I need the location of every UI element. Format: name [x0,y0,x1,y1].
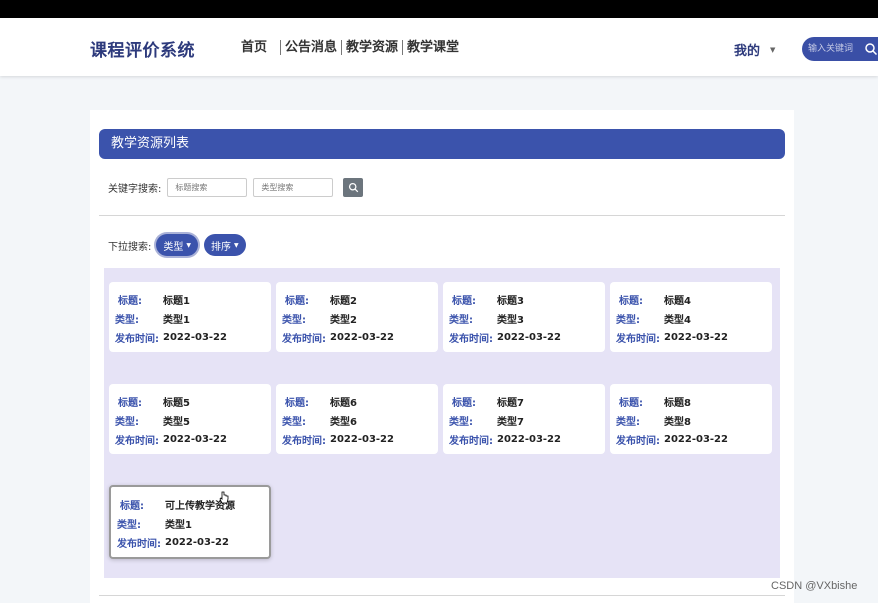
card-date: 2022-03-22 [330,434,394,445]
caret-down-icon: ▼ [186,241,191,249]
card-type: 类型1 [165,520,192,531]
resource-card[interactable]: 标题: 标题6 类型: 类型6 发布时间: 2022-03-22 [276,384,438,454]
watermark: CSDN @VXbishe [771,580,858,592]
resource-grid: 标题: 标题1 类型: 类型1 发布时间: 2022-03-22 标题: 标题2 类型:… [104,268,780,578]
keyword-search-row: 关键字搜索: [108,178,364,197]
card-type: 类型7 [497,417,524,428]
card-title-label: 标题: [285,296,309,307]
card-title: 标题7 [497,398,524,409]
divider [99,215,785,216]
card-title-label: 标题: [619,398,643,409]
search-icon[interactable] [864,42,878,56]
card-title-label: 标题: [452,398,476,409]
header-search-input[interactable] [808,41,864,57]
nav-item-announcements[interactable]: 公告消息 [280,40,341,55]
card-title-label: 标题: [285,398,309,409]
resource-panel: 教学资源列表 关键字搜索: 下拉搜索: 类型 ▼ 排序 ▼ 标题: 标题1 类型:… [90,110,794,603]
nav-item-resources[interactable]: 教学资源 [341,40,402,55]
dropdown-search-row: 下拉搜索: 类型 ▼ 排序 ▼ [108,234,252,256]
resource-card[interactable]: 标题: 可上传教学资源 类型: 类型1 发布时间: 2022-03-22 [109,485,271,559]
card-type: 类型8 [664,417,691,428]
card-date: 2022-03-22 [163,332,227,343]
card-date-label: 发布时间: [115,436,159,447]
resource-card[interactable]: 标题: 标题7 类型: 类型7 发布时间: 2022-03-22 [443,384,605,454]
hand-cursor-icon [219,491,229,504]
card-type: 类型6 [330,417,357,428]
search-button[interactable] [343,178,364,197]
main-nav: 首页 公告消息 教学资源 教学课堂 [241,40,463,55]
card-date: 2022-03-22 [664,434,728,445]
type-search-input[interactable] [253,178,334,197]
header-search [802,37,878,61]
card-date-label: 发布时间: [115,334,159,345]
card-type-label: 类型: [282,315,306,326]
card-title-label: 标题: [118,296,142,307]
card-title: 标题6 [330,398,357,409]
resource-card[interactable]: 标题: 标题2 类型: 类型2 发布时间: 2022-03-22 [276,282,438,352]
card-date-label: 发布时间: [449,334,493,345]
navbar: 课程评价系统 首页 公告消息 教学资源 教学课堂 我的 ▼ [0,18,878,76]
card-type-label: 类型: [282,417,306,428]
card-title-label: 标题: [118,398,142,409]
card-type-label: 类型: [449,417,473,428]
card-type-label: 类型: [449,315,473,326]
card-type-label: 类型: [616,417,640,428]
resource-card[interactable]: 标题: 标题3 类型: 类型3 发布时间: 2022-03-22 [443,282,605,352]
card-date-label: 发布时间: [616,436,660,447]
resource-card[interactable]: 标题: 标题1 类型: 类型1 发布时间: 2022-03-22 [109,282,271,352]
card-title-label: 标题: [452,296,476,307]
card-title-label: 标题: [120,501,144,512]
sort-dropdown-button[interactable]: 排序 ▼ [204,234,246,256]
page-title: 教学资源列表 [99,129,785,159]
card-date: 2022-03-22 [497,332,561,343]
card-title-label: 标题: [619,296,643,307]
card-date-label: 发布时间: [117,539,161,550]
card-title: 标题8 [664,398,691,409]
resource-card[interactable]: 标题: 标题5 类型: 类型5 发布时间: 2022-03-22 [109,384,271,454]
window-top-bar [0,0,878,18]
card-type: 类型2 [330,315,357,326]
card-type: 类型1 [163,315,190,326]
keyword-search-label: 关键字搜索: [108,184,162,195]
card-type: 类型4 [664,315,691,326]
card-date: 2022-03-22 [163,434,227,445]
resource-card[interactable]: 标题: 标题8 类型: 类型8 发布时间: 2022-03-22 [610,384,772,454]
nav-item-home[interactable]: 首页 [241,40,280,55]
brand-logo[interactable]: 课程评价系统 [90,36,195,61]
type-dropdown-label: 类型 [163,241,184,253]
card-title: 标题2 [330,296,357,307]
dropdown-search-label: 下拉搜索: [108,241,152,253]
card-type: 类型3 [497,315,524,326]
user-menu[interactable]: 我的 ▼ [734,40,775,59]
card-date-label: 发布时间: [449,436,493,447]
divider [99,595,785,596]
card-type: 类型5 [163,417,190,428]
caret-down-icon: ▼ [234,241,239,249]
card-title: 标题1 [163,296,190,307]
card-date-label: 发布时间: [616,334,660,345]
card-date-label: 发布时间: [282,334,326,345]
card-type-label: 类型: [115,417,139,428]
card-title: 标题5 [163,398,190,409]
sort-dropdown-label: 排序 [211,241,231,253]
card-type-label: 类型: [115,315,139,326]
resource-card[interactable]: 标题: 标题4 类型: 类型4 发布时间: 2022-03-22 [610,282,772,352]
search-icon [348,182,359,193]
nav-item-classroom[interactable]: 教学课堂 [402,40,463,55]
card-date: 2022-03-22 [497,434,561,445]
card-type-label: 类型: [117,520,141,531]
card-title: 标题4 [664,296,691,307]
card-type-label: 类型: [616,315,640,326]
title-search-input[interactable] [167,178,248,197]
card-title: 标题3 [497,296,524,307]
card-date: 2022-03-22 [165,537,229,548]
user-menu-label: 我的 [734,44,761,59]
card-date-label: 发布时间: [282,436,326,447]
card-date: 2022-03-22 [664,332,728,343]
type-dropdown-button[interactable]: 类型 ▼ [156,234,198,256]
caret-down-icon: ▼ [770,45,776,54]
card-date: 2022-03-22 [330,332,394,343]
